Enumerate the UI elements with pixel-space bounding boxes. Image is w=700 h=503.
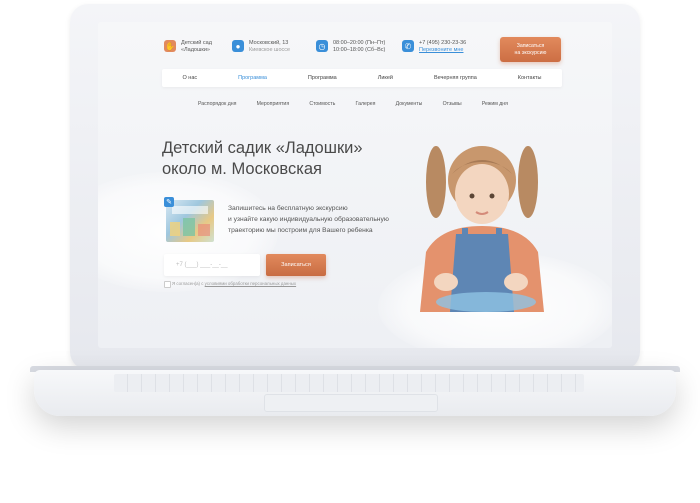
nav-item-evening-group[interactable]: Вечерняя группа <box>434 75 477 81</box>
girl-photo <box>420 146 544 312</box>
subnav-item-documents[interactable]: Документы <box>396 101 423 107</box>
secondary-nav: Распорядок дня Мероприятия Стоимость Гал… <box>198 101 508 107</box>
map-pin-icon: ● <box>232 40 244 52</box>
promo-line3: траекторию мы построим для Вашего ребенк… <box>228 227 373 234</box>
header-phone: ✆ +7 (495) 230-23-36 Перезвоните мне <box>402 40 466 54</box>
header-address: ● Московский, 13 Киевское шоссе <box>232 40 290 54</box>
nav-item-contacts[interactable]: Контакты <box>518 75 542 81</box>
laptop-keyboard <box>114 374 584 392</box>
header-hours: ◷ 08:00–20:00 (Пн–Пт) 10:00–18:00 (Сб–Вс… <box>316 40 385 54</box>
pencil-icon: ✎ <box>164 197 174 207</box>
hero-title: Детский садик «Ладошки» около м. Московс… <box>162 138 363 180</box>
logo-line2: «Ладошки» <box>181 47 210 53</box>
consent-prefix: Я согласен(а) с <box>172 281 204 286</box>
promo-line1: Запишитесь на бесплатную экскурсию <box>228 205 348 212</box>
nav-item-program[interactable]: Программа <box>308 75 337 81</box>
consent-text: Я согласен(а) с условиями обработки перс… <box>172 281 296 286</box>
address-line1: Московский, 13 <box>249 40 289 46</box>
promo-text: Запишитесь на бесплатную экскурсию и узн… <box>228 203 418 236</box>
submit-button[interactable]: Записаться <box>266 254 326 276</box>
subnav-item-price[interactable]: Стоимость <box>309 101 335 107</box>
phone-icon: ✆ <box>402 40 414 52</box>
subnav-item-gallery[interactable]: Галерея <box>356 101 376 107</box>
nav-item-about[interactable]: О нас <box>182 75 197 81</box>
hours-line1: 08:00–20:00 (Пн–Пт) <box>333 40 386 46</box>
callback-link[interactable]: Перезвоните мне <box>419 47 466 54</box>
phone-input-placeholder: +7 (___) ___-__-__ <box>176 262 228 268</box>
cta-line1: Записаться <box>516 43 545 49</box>
phone-number[interactable]: +7 (495) 230-23-36 <box>419 40 466 47</box>
primary-nav: О нас Программа Программа Ликей Вечерняя… <box>162 69 562 87</box>
hero-title-line1: Детский садик «Ладошки» <box>162 139 363 157</box>
consent-link[interactable]: условиями обработки персональных данных <box>205 281 296 286</box>
subnav-item-reviews[interactable]: Отзывы <box>443 101 462 107</box>
subnav-item-daily-mode[interactable]: Режим дня <box>482 101 508 107</box>
phone-input[interactable]: +7 (___) ___-__-__ <box>164 254 260 276</box>
nav-item-lyceum[interactable]: Ликей <box>378 75 393 81</box>
hours-line2: 10:00–18:00 (Сб–Вс) <box>333 47 386 53</box>
clock-icon: ◷ <box>316 40 328 52</box>
laptop-trackpad <box>264 394 438 412</box>
subnav-item-schedule[interactable]: Распорядок дня <box>198 101 236 107</box>
hero-title-line2: около м. Московская <box>162 160 322 178</box>
book-tour-button[interactable]: Записаться на экскурсию <box>500 37 561 62</box>
logo-line1: Детский сад <box>181 40 212 46</box>
address-line2: Киевское шоссе <box>249 47 291 53</box>
subnav-item-events[interactable]: Мероприятия <box>257 101 290 107</box>
laptop-screen: ✋ Детский сад «Ладошки» ● Московский, 13… <box>98 22 612 348</box>
header-logo[interactable]: ✋ Детский сад «Ладошки» <box>164 40 212 54</box>
cta-line2: на экскурсию <box>514 49 547 56</box>
nav-item-program-active[interactable]: Программа <box>238 75 267 81</box>
hand-logo-icon: ✋ <box>164 40 176 52</box>
consent-checkbox[interactable] <box>164 281 171 288</box>
promo-line2: и узнайте какую индивидуальную образоват… <box>228 216 389 223</box>
